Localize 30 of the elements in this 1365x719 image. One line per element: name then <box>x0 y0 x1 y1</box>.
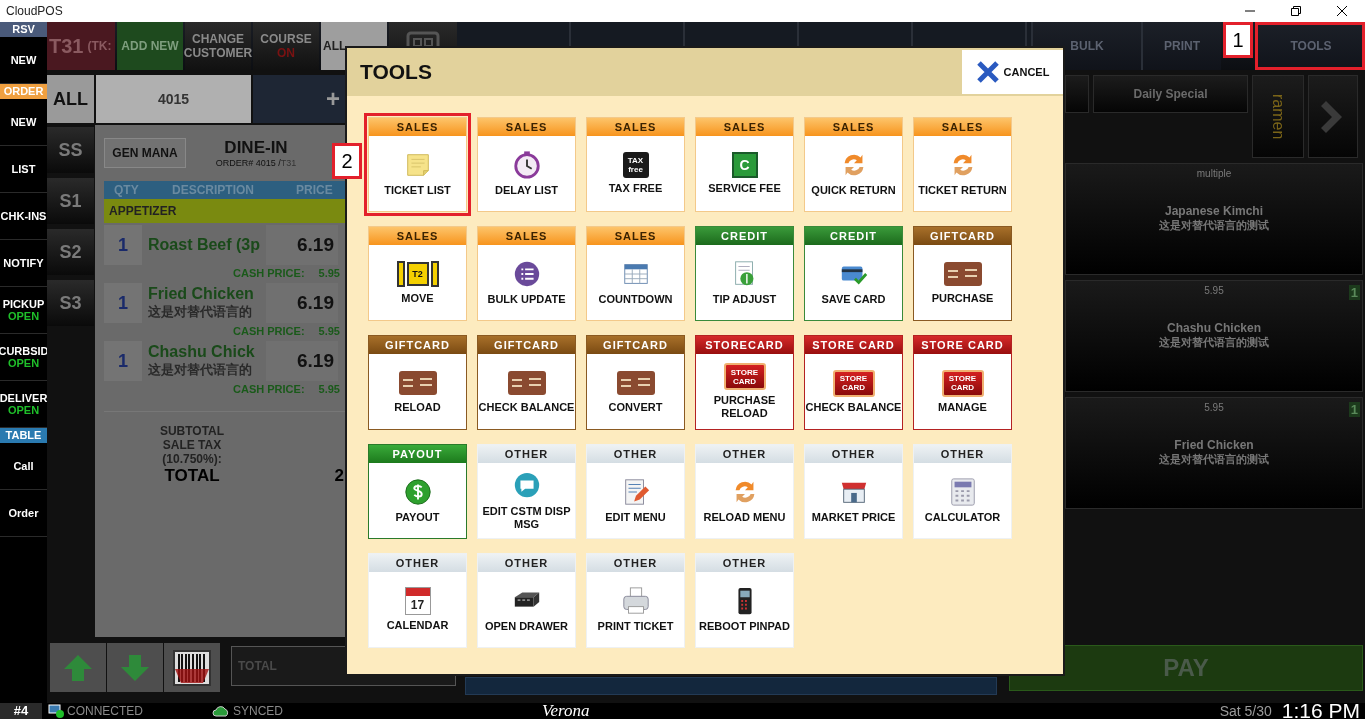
total-label: SUBTOTAL <box>158 424 226 438</box>
total-label: SALE TAX (10.750%): <box>161 438 223 466</box>
quantity-badge: 1 <box>1348 402 1360 417</box>
quantity-badge: 1 <box>1348 285 1360 300</box>
cash-price: CASH PRICE: 5.95 <box>232 324 340 339</box>
dialog-title: TOOLS <box>360 60 432 84</box>
store-card-icon: STORE CARD <box>723 363 766 390</box>
store-card-icon: STORE CARD <box>941 369 984 397</box>
cash-price: CASH PRICE: 5.95 <box>232 382 340 397</box>
station-number: #4 <box>0 703 42 719</box>
table-indicator: T31 (TK: <box>47 22 115 70</box>
cash-price: CASH PRICE: 5.95 <box>232 266 340 281</box>
annotation-marker: 1 <box>1223 22 1253 58</box>
section-header: ORDER <box>0 84 47 99</box>
date-label: Sat 5/30 <box>1219 703 1272 719</box>
location-name: Verona <box>542 701 591 719</box>
section-header: RSV <box>0 22 47 37</box>
tax-free-icon: TAX free <box>622 152 649 178</box>
order-type: DINE-IN <box>224 138 288 158</box>
connection-status: CONNECTED <box>67 704 143 718</box>
sync-status: SYNCED <box>233 704 283 718</box>
clock-time: 1:16 PM <box>1281 703 1360 719</box>
calendar-icon: 17 <box>404 587 431 615</box>
total-value: 2 <box>333 466 344 486</box>
window-title: CloudPOS <box>5 4 64 18</box>
annotation-marker: 2 <box>332 143 362 179</box>
store-card-icon: STORE CARD <box>832 369 875 397</box>
section-header: TABLE <box>0 428 47 443</box>
charge-icon: C <box>731 152 758 178</box>
total-label: TOTAL <box>163 466 221 486</box>
